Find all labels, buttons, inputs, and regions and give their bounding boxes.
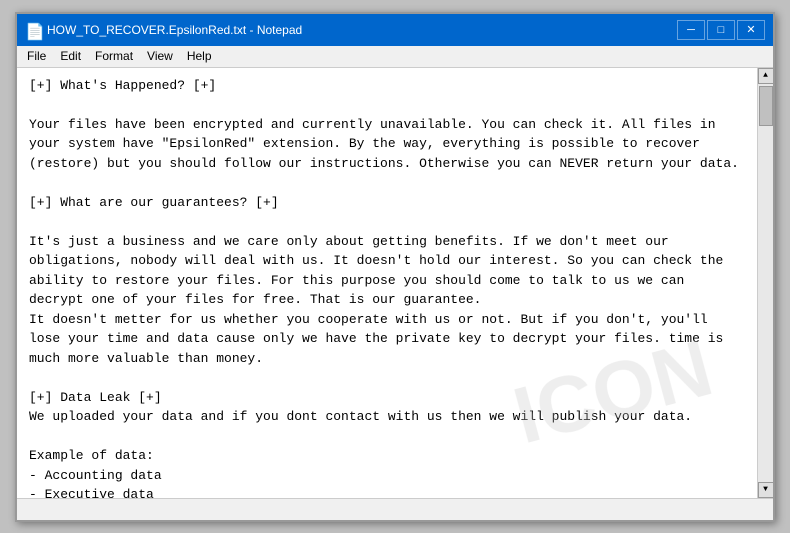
maximize-button[interactable]: □ [707,20,735,40]
menu-edit[interactable]: Edit [54,47,87,65]
menu-help[interactable]: Help [181,47,218,65]
scroll-thumb[interactable] [759,86,773,126]
content-area: [+] What's Happened? [+] Your files have… [17,68,773,498]
menu-format[interactable]: Format [89,47,139,65]
notepad-icon: 📄 [25,22,41,38]
scroll-down-arrow[interactable]: ▼ [758,482,774,498]
menu-bar: File Edit Format View Help [17,46,773,68]
status-bar [17,498,773,520]
menu-file[interactable]: File [21,47,52,65]
title-bar: 📄 HOW_TO_RECOVER.EpsilonRed.txt - Notepa… [17,14,773,46]
title-bar-buttons: ─ □ ✕ [677,20,765,40]
window-title: HOW_TO_RECOVER.EpsilonRed.txt - Notepad [47,23,302,37]
text-editor[interactable]: [+] What's Happened? [+] Your files have… [17,68,757,498]
notepad-window: 📄 HOW_TO_RECOVER.EpsilonRed.txt - Notepa… [15,12,775,522]
scroll-up-arrow[interactable]: ▲ [758,68,774,84]
close-button[interactable]: ✕ [737,20,765,40]
menu-view[interactable]: View [141,47,179,65]
title-bar-left: 📄 HOW_TO_RECOVER.EpsilonRed.txt - Notepa… [25,22,302,38]
scroll-track[interactable] [758,84,773,482]
scrollbar[interactable]: ▲ ▼ [757,68,773,498]
minimize-button[interactable]: ─ [677,20,705,40]
